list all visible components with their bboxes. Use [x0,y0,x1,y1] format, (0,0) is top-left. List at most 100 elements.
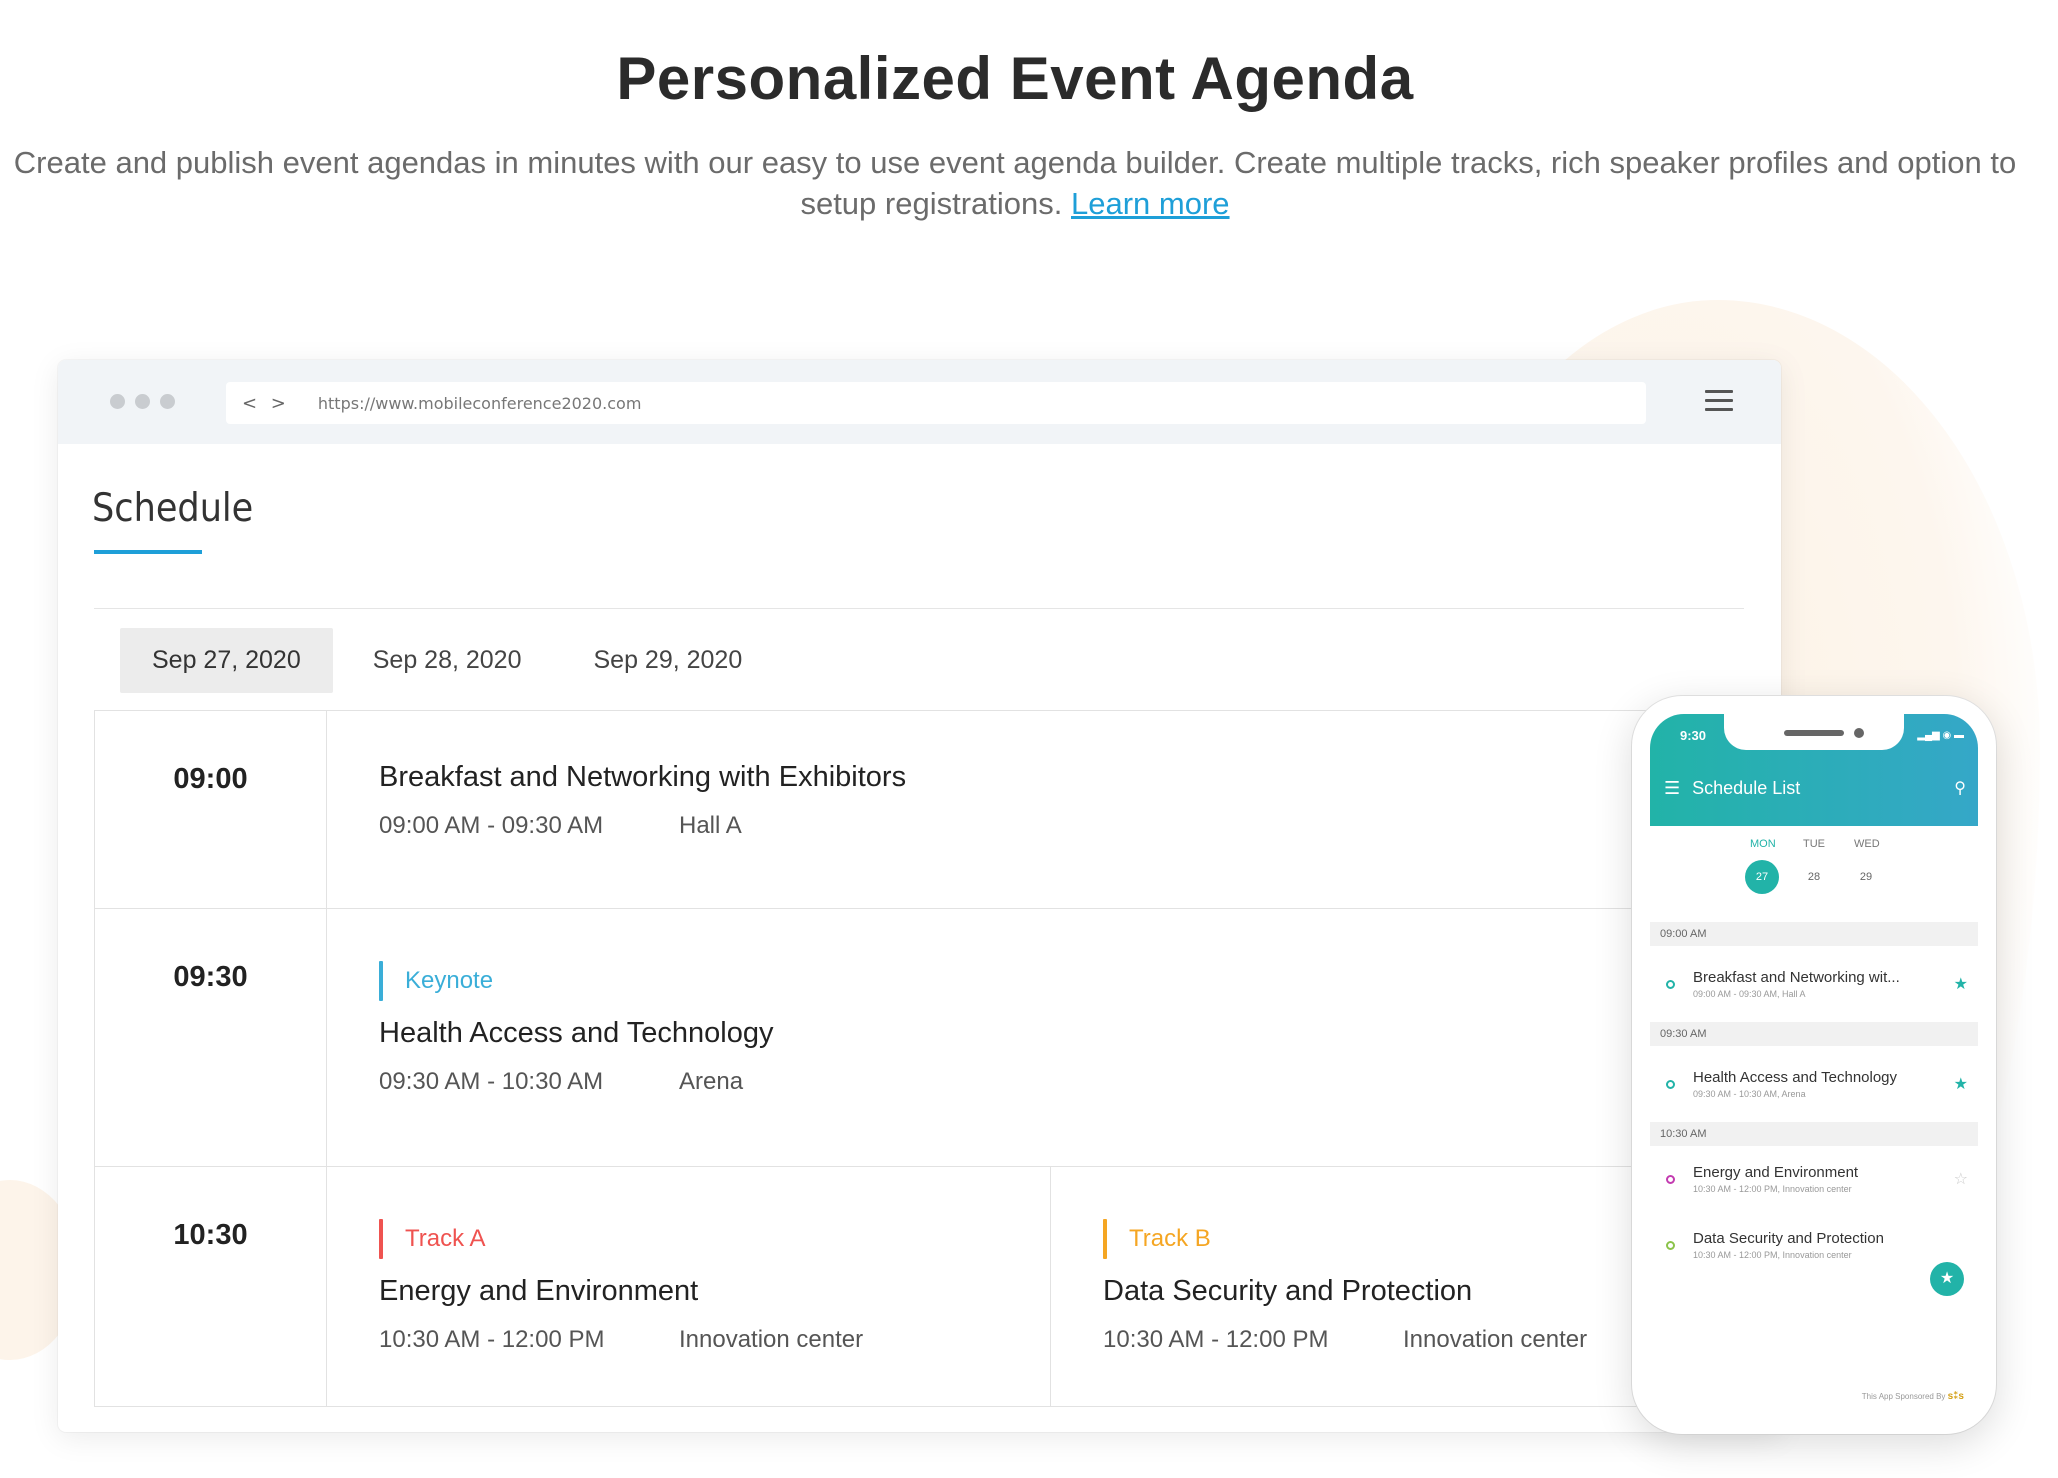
heading-underline [94,550,202,554]
phone-screen: 9:30 ▂▄▆ ◉ ▬ ☰ Schedule List ⚲ MON TUE W… [1650,714,1978,1416]
item-title: Data Security and Protection [1693,1230,1884,1247]
session-card[interactable]: Keynote Health Access and Technology 09:… [327,909,1774,1166]
page-title: Personalized Event Agenda [616,45,1414,112]
item-subtitle: 09:30 AM - 10:30 AM, Arena [1693,1089,1806,1099]
track-label: Track A [379,1219,998,1259]
sponsor-text: This App Sponsored By [1861,1392,1946,1401]
time-slot: 09:30 [95,909,327,1166]
session-meta: 10:30 AM - 12:00 PM Innovation center [1103,1326,1722,1354]
schedule-row: 09:30 Keynote Health Access and Technolo… [95,909,1774,1167]
time-slot: 09:00 [95,711,327,908]
session-time: 09:30 AM - 10:30 AM [379,1068,604,1095]
hero-description-text: Create and publish event agendas in minu… [13,145,2017,221]
session-time: 10:30 AM - 12:00 PM [1103,1326,1329,1353]
phone-app-header: 9:30 ▂▄▆ ◉ ▬ ☰ Schedule List ⚲ [1650,714,1978,826]
session-time: 09:00 AM - 09:30 AM [379,812,604,839]
browser-window: < > https://www.mobileconference2020.com… [58,360,1781,1432]
schedule-table: 09:00 Breakfast and Networking with Exhi… [94,710,1774,1407]
time-section-header: 10:30 AM [1650,1122,1978,1146]
page: Personalized Event Agenda Create and pub… [0,0,2058,1478]
track-color-bar [1103,1219,1107,1259]
time-section-header: 09:30 AM [1650,1022,1978,1046]
time-section-header: 09:00 AM [1650,922,1978,946]
list-item[interactable]: Breakfast and Networking wit... 09:00 AM… [1650,946,1978,1022]
date-tabs: Sep 27, 2020 Sep 28, 2020 Sep 29, 2020 [120,628,782,693]
track-name: Track A [405,1225,486,1252]
day-label: MON [1750,838,1776,850]
hero-description: Create and publish event agendas in minu… [0,142,2030,224]
timeline-dot-icon [1666,1079,1675,1089]
session-location: Arena [679,1068,744,1095]
track-name: Keynote [405,967,494,994]
track-label: Keynote [379,961,1722,1001]
timeline-dot-icon [1666,979,1675,989]
session-meta: 09:00 AM - 09:30 AM Hall A [379,812,1722,840]
menu-icon[interactable]: ☰ [1664,778,1680,799]
item-title: Breakfast and Networking wit... [1693,969,1900,986]
timeline-dot-icon [1666,1174,1675,1184]
status-time: 9:30 [1680,728,1707,743]
window-dot-icon [135,394,150,409]
session-card[interactable]: Track A Energy and Environment 10:30 AM … [327,1167,1050,1406]
sponsor-logo: s⁑s [1947,1391,1964,1402]
date-tab-sep-27[interactable]: Sep 27, 2020 [120,628,333,693]
favorite-fab-icon[interactable]: ★ [1930,1262,1964,1296]
hamburger-menu-icon[interactable] [1705,390,1733,412]
nav-arrows-icon[interactable]: < > [242,393,290,414]
address-bar[interactable]: < > https://www.mobileconference2020.com [226,382,1646,424]
day-label: TUE [1803,838,1825,850]
star-icon[interactable]: ★ [1954,1074,1968,1094]
url-text: https://www.mobileconference2020.com [317,393,642,413]
date-button[interactable]: 29 [1854,871,1878,883]
week-dates: 27 28 29 [1650,860,1978,894]
learn-more-link[interactable]: Learn more [1071,186,1230,221]
star-outline-icon[interactable]: ☆ [1954,1169,1968,1189]
list-item[interactable]: Energy and Environment 10:30 AM - 12:00 … [1650,1146,1978,1212]
schedule-heading: Schedule [92,486,254,531]
phone-title-text: Schedule List [1692,778,1801,798]
track-label: Track B [1103,1219,1722,1259]
list-item[interactable]: Health Access and Technology 09:30 AM - … [1650,1046,1978,1122]
timeline-dot-icon [1666,1240,1675,1250]
track-color-bar [379,1219,383,1259]
session-location: Innovation center [1403,1326,1588,1353]
date-tab-sep-28[interactable]: Sep 28, 2020 [341,628,554,693]
phone-title: ☰ Schedule List [1664,778,1800,799]
item-title: Health Access and Technology [1693,1069,1898,1086]
item-title: Energy and Environment [1693,1164,1859,1181]
day-label: WED [1854,838,1880,850]
track-name: Track B [1129,1225,1211,1252]
search-icon[interactable]: ⚲ [1954,778,1966,798]
date-button[interactable]: 27 [1745,860,1779,894]
session-title: Breakfast and Networking with Exhibitors [379,761,907,793]
session-title: Energy and Environment [379,1275,699,1307]
session-meta: 09:30 AM - 10:30 AM Arena [379,1068,1722,1096]
star-icon[interactable]: ★ [1954,974,1968,994]
session-card[interactable]: Breakfast and Networking with Exhibitors… [327,711,1774,908]
window-controls [110,394,175,409]
time-slot: 10:30 [95,1167,327,1406]
week-days: MON TUE WED [1650,838,1978,850]
date-button[interactable]: 28 [1802,871,1826,883]
browser-toolbar: < > https://www.mobileconference2020.com [58,360,1781,444]
signal-battery-icon: ▂▄▆ ◉ ▬ [1917,730,1964,741]
item-subtitle: 09:00 AM - 09:30 AM, Hall A [1693,989,1806,999]
phone-mockup: 9:30 ▂▄▆ ◉ ▬ ☰ Schedule List ⚲ MON TUE W… [1632,696,1996,1434]
window-dot-icon [110,394,125,409]
sponsor-footer: This App Sponsored By s⁑s [1862,1391,1964,1402]
window-dot-icon [160,394,175,409]
date-tab-sep-29[interactable]: Sep 29, 2020 [562,628,775,693]
session-title: Health Access and Technology [379,1017,774,1049]
item-subtitle: 10:30 AM - 12:00 PM, Innovation center [1693,1184,1852,1194]
schedule-row: 10:30 Track A Energy and Environment 10:… [95,1167,1774,1407]
phone-notch [1724,714,1904,750]
session-meta: 10:30 AM - 12:00 PM Innovation center [379,1326,998,1354]
session-time: 10:30 AM - 12:00 PM [379,1326,605,1353]
item-subtitle: 10:30 AM - 12:00 PM, Innovation center [1693,1250,1852,1260]
track-color-bar [379,961,383,1001]
list-item[interactable]: Data Security and Protection 10:30 AM - … [1650,1212,1978,1296]
schedule-row: 09:00 Breakfast and Networking with Exhi… [95,711,1774,909]
divider [94,608,1744,609]
session-location: Innovation center [679,1326,864,1353]
session-title: Data Security and Protection [1103,1275,1473,1307]
